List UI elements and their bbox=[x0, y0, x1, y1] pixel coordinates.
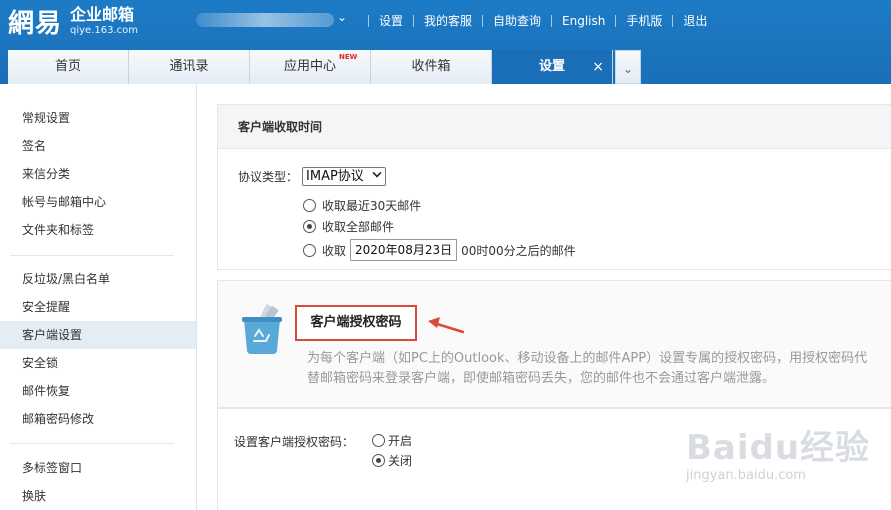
sidebar-group-other: 多标签窗口 换肤 bbox=[0, 454, 196, 510]
client-fetch-title: 客户端收取时间 bbox=[218, 105, 891, 149]
radio-30days[interactable] bbox=[303, 199, 316, 212]
sidebar-item-antispam[interactable]: 反垃圾/黑白名单 bbox=[0, 265, 196, 293]
tab-inbox[interactable]: 收件箱 bbox=[371, 50, 492, 84]
link-divider bbox=[551, 14, 553, 27]
auth-setting-label: 设置客户端授权密码： bbox=[234, 435, 355, 449]
link-divider bbox=[368, 14, 369, 27]
auth-option-on[interactable]: 开启 bbox=[372, 431, 412, 449]
protocol-label: 协议类型： bbox=[238, 170, 299, 184]
auth-title: 客户端授权密码 bbox=[310, 315, 402, 330]
sidebar-group-basic: 常规设置 签名 来信分类 帐号与邮箱中心 文件夹和标签 bbox=[0, 104, 196, 244]
sidebar-item-mail-recovery[interactable]: 邮件恢复 bbox=[0, 377, 196, 405]
link-divider bbox=[615, 14, 617, 27]
link-english[interactable]: English bbox=[562, 14, 605, 28]
sidebar-group-security: 反垃圾/黑白名单 安全提醒 客户端设置 安全锁 邮件恢复 邮箱密码修改 bbox=[0, 265, 196, 433]
top-header: 網易 企业邮箱 qiye.163.com ⌄ 设置 我的客服 自助查询 Engl… bbox=[0, 0, 891, 84]
sidebar-item-client-settings[interactable]: 客户端设置 bbox=[0, 321, 196, 349]
tab-home[interactable]: 首页 bbox=[8, 50, 129, 84]
auth-option-off[interactable]: 关闭 bbox=[372, 451, 412, 469]
client-auth-panel: 客户端授权密码 为每个客户端（如PC上的Outlook、移动设备上的邮件APP）… bbox=[217, 280, 891, 408]
top-links: 设置 我的客服 自助查询 English 手机版 退出 bbox=[358, 12, 707, 29]
link-self-service[interactable]: 自助查询 bbox=[493, 12, 541, 29]
tab-settings[interactable]: 设置 × bbox=[492, 50, 613, 84]
fetch-option-all[interactable]: 收取全部邮件 bbox=[303, 218, 394, 235]
sidebar-item-general[interactable]: 常规设置 bbox=[0, 104, 196, 132]
chevron-down-icon[interactable]: ⌄ bbox=[337, 10, 347, 24]
fetch-option-30days[interactable]: 收取最近30天邮件 bbox=[303, 197, 421, 214]
sidebar-item-password-change[interactable]: 邮箱密码修改 bbox=[0, 405, 196, 433]
auth-title-highlight: 客户端授权密码 bbox=[295, 305, 417, 341]
sidebar-item-skin[interactable]: 换肤 bbox=[0, 482, 196, 510]
custom-date-input[interactable]: 2020年08月23日 bbox=[350, 239, 458, 261]
recycle-bin-icon bbox=[242, 304, 282, 354]
main-tabs: 首页 通讯录 应用中心 收件箱 设置 × ⌄ bbox=[8, 50, 641, 84]
radio-auth-on[interactable] bbox=[372, 433, 385, 447]
logo-product: 企业邮箱 bbox=[70, 4, 135, 24]
settings-sidebar: 常规设置 签名 来信分类 帐号与邮箱中心 文件夹和标签 反垃圾/黑白名单 安全提… bbox=[0, 84, 197, 510]
sidebar-item-accounts[interactable]: 帐号与邮箱中心 bbox=[0, 188, 196, 216]
link-divider bbox=[672, 14, 674, 27]
radio-auth-off[interactable] bbox=[372, 453, 385, 467]
account-name-blurred[interactable] bbox=[196, 13, 334, 27]
tab-contacts[interactable]: 通讯录 bbox=[129, 50, 250, 84]
fetch-option-custom[interactable]: 收取 2020年08月23日 00时00分之后的邮件 bbox=[303, 239, 576, 261]
sidebar-item-folders[interactable]: 文件夹和标签 bbox=[0, 216, 196, 244]
logo-domain: qiye.163.com bbox=[70, 24, 139, 36]
tab-more-button[interactable]: ⌄ bbox=[615, 50, 641, 84]
sidebar-item-security-lock[interactable]: 安全锁 bbox=[0, 349, 196, 377]
brand-logo[interactable]: 網易 企业邮箱 qiye.163.com bbox=[8, 4, 139, 39]
logo-mark: 網易 bbox=[8, 8, 63, 39]
protocol-row: 协议类型： IMAP协议 bbox=[238, 167, 387, 186]
radio-custom-date[interactable] bbox=[303, 243, 316, 257]
new-badge: NEW bbox=[339, 53, 358, 61]
protocol-select[interactable]: IMAP协议 bbox=[302, 167, 387, 186]
auth-description: 为每个客户端（如PC上的Outlook、移动设备上的邮件APP）设置专属的授权密… bbox=[307, 351, 868, 386]
auth-setting-row: 设置客户端授权密码： 开启 关闭 bbox=[234, 431, 412, 471]
chevron-down-icon: ⌄ bbox=[622, 62, 634, 76]
link-divider bbox=[413, 14, 415, 27]
link-customer-service[interactable]: 我的客服 bbox=[424, 12, 472, 29]
sidebar-item-signature[interactable]: 签名 bbox=[0, 132, 196, 160]
sidebar-divider bbox=[10, 443, 174, 444]
link-logout[interactable]: 退出 bbox=[683, 12, 707, 29]
link-mobile[interactable]: 手机版 bbox=[626, 12, 662, 29]
sidebar-item-security-alert[interactable]: 安全提醒 bbox=[0, 293, 196, 321]
close-icon[interactable]: × bbox=[592, 50, 604, 84]
link-divider bbox=[482, 14, 484, 27]
sidebar-item-mail-rules[interactable]: 来信分类 bbox=[0, 160, 196, 188]
chevron-down-icon bbox=[372, 168, 382, 178]
settings-content: 客户端收取时间 协议类型： IMAP协议 收取最近30天邮件 收取全部邮件 收取… bbox=[197, 84, 891, 510]
sidebar-divider bbox=[10, 255, 174, 256]
link-settings[interactable]: 设置 bbox=[379, 12, 403, 29]
auth-setting-options: 开启 关闭 bbox=[372, 431, 412, 471]
radio-all[interactable] bbox=[303, 220, 316, 233]
sidebar-item-multi-tab[interactable]: 多标签窗口 bbox=[0, 454, 196, 482]
arrow-left-icon bbox=[428, 317, 464, 334]
client-fetch-panel: 客户端收取时间 协议类型： IMAP协议 收取最近30天邮件 收取全部邮件 收取… bbox=[217, 104, 891, 270]
auth-setting-panel: 设置客户端授权密码： 开启 关闭 bbox=[217, 408, 891, 510]
